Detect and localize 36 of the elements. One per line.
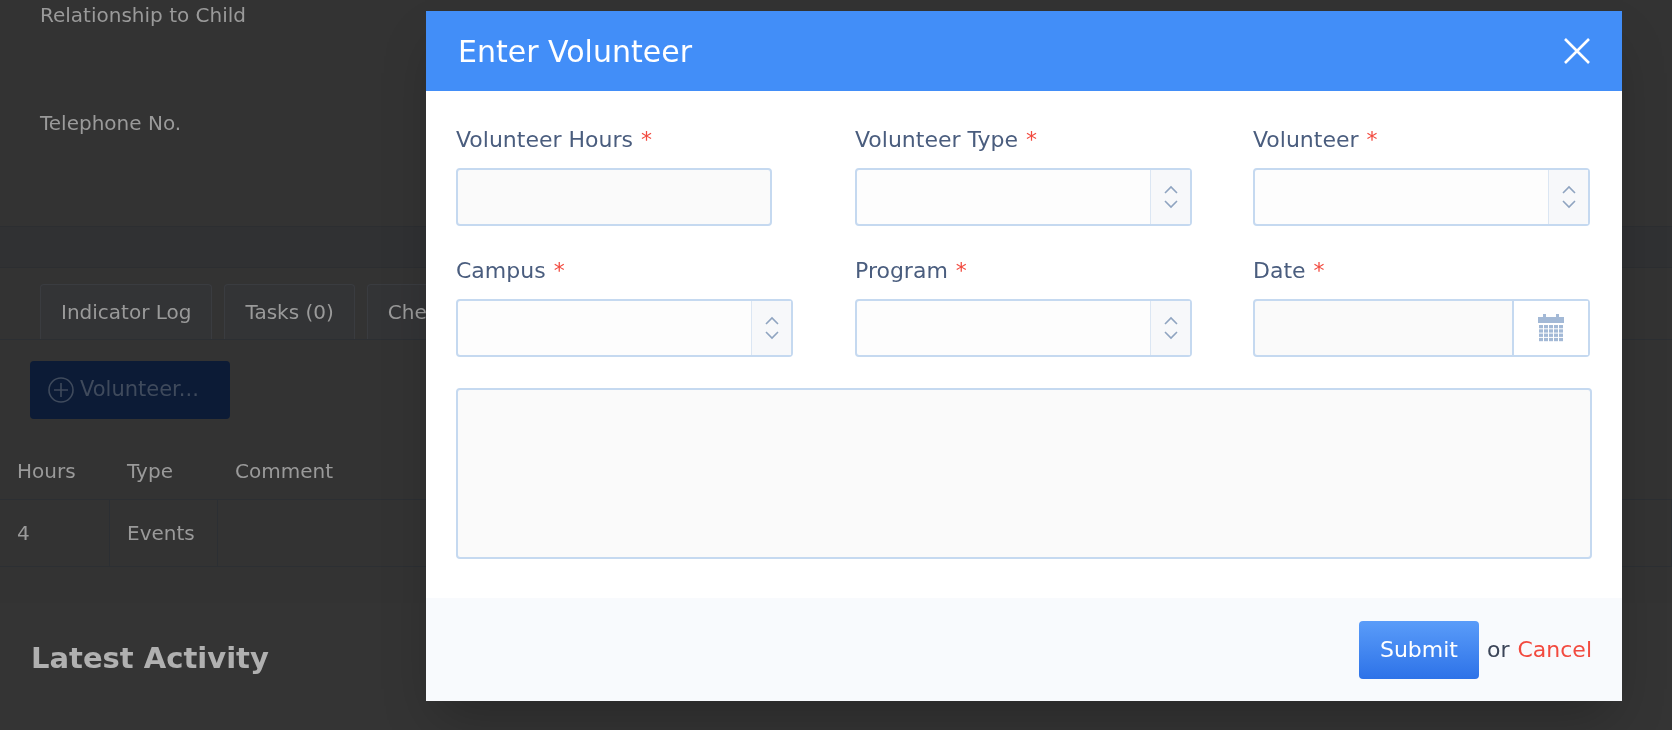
table-cell: Events xyxy=(110,500,218,566)
select-field[interactable] xyxy=(855,299,1192,357)
column-header: Comment xyxy=(234,458,334,485)
select-field[interactable] xyxy=(456,299,793,357)
field-label: Volunteer Hours xyxy=(456,126,633,154)
field-label: Date xyxy=(1253,257,1306,285)
cancel-link[interactable]: Cancel xyxy=(1517,633,1592,666)
required-mark: * xyxy=(553,257,565,285)
calendar-icon xyxy=(1538,314,1564,342)
required-mark: * xyxy=(955,257,967,285)
select-field[interactable] xyxy=(855,168,1192,226)
field-label: Campus xyxy=(456,257,546,285)
comment-field[interactable] xyxy=(456,388,1592,559)
section-title: Latest Activity xyxy=(31,641,269,675)
date-field[interactable] xyxy=(1253,299,1590,357)
submit-button[interactable]: Submit xyxy=(1358,620,1479,679)
tab[interactable]: Tasks (0) xyxy=(224,284,355,339)
required-mark: * xyxy=(1026,126,1038,154)
field-label: Program xyxy=(855,257,948,285)
column-header: Hours xyxy=(16,458,77,485)
table-cell: 4 xyxy=(0,500,110,566)
close-icon[interactable] xyxy=(1564,38,1590,64)
field-label: Volunteer xyxy=(1253,126,1359,154)
text-field[interactable] xyxy=(456,168,772,226)
select-field[interactable] xyxy=(1253,168,1590,226)
field-label: Telephone No. xyxy=(40,110,182,137)
dialog-title: Enter Volunteer xyxy=(458,32,692,71)
required-mark: * xyxy=(1313,257,1325,285)
column-header: Type xyxy=(126,458,174,485)
or-text: or xyxy=(1486,636,1510,664)
required-mark: * xyxy=(1366,126,1378,154)
tab[interactable]: Indicator Log xyxy=(40,284,213,339)
field-label: Relationship to Child xyxy=(40,2,246,29)
field-label: Volunteer Type xyxy=(855,126,1019,154)
required-mark: * xyxy=(641,126,652,154)
plus-circle-icon xyxy=(48,377,74,403)
